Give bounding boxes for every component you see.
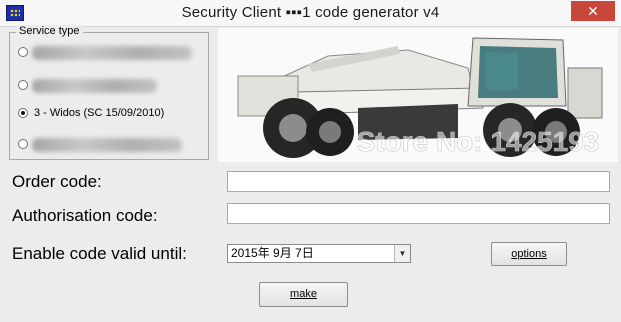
service-option-2[interactable] — [18, 78, 168, 94]
road-recycler-illustration: Store No: 1425193 — [218, 28, 618, 162]
service-option-4[interactable] — [18, 137, 188, 153]
redacted-label — [32, 46, 192, 60]
close-button[interactable]: ✕ — [571, 1, 615, 21]
service-option-label: 3 - Widos (SC 15/09/2010) — [34, 107, 165, 119]
order-code-input[interactable] — [227, 171, 610, 192]
watermark-text: Store No: 1425193 — [357, 126, 600, 157]
valid-until-date-picker[interactable]: 2015年 9月 7日 ▼ — [227, 244, 411, 263]
service-option-3[interactable]: 3 - Widos (SC 15/09/2010) — [18, 106, 203, 122]
close-icon: ✕ — [587, 3, 599, 19]
valid-until-value: 2015年 9月 7日 — [231, 246, 314, 260]
valid-until-label: Enable code valid until: — [12, 244, 187, 263]
radio-button-selected[interactable] — [18, 108, 28, 118]
radio-button[interactable] — [18, 139, 28, 149]
authorisation-code-label: Authorisation code: — [12, 206, 158, 225]
title-bar: Security Client ▪▪▪1 code generator v4 ✕ — [0, 0, 621, 27]
redacted-label — [32, 79, 157, 93]
authorisation-code-input[interactable] — [227, 203, 610, 224]
make-button[interactable]: make — [259, 282, 348, 307]
radio-button[interactable] — [18, 80, 28, 90]
options-button[interactable]: options — [491, 242, 567, 266]
machine-image: Store No: 1425193 — [218, 28, 618, 162]
service-option-1[interactable] — [18, 45, 198, 61]
service-type-label: Service type — [16, 25, 83, 37]
radio-button[interactable] — [18, 47, 28, 57]
order-code-label: Order code: — [12, 172, 102, 191]
redacted-label — [32, 138, 182, 152]
window-title: Security Client ▪▪▪1 code generator v4 — [181, 4, 440, 21]
chevron-down-icon[interactable]: ▼ — [394, 245, 410, 262]
